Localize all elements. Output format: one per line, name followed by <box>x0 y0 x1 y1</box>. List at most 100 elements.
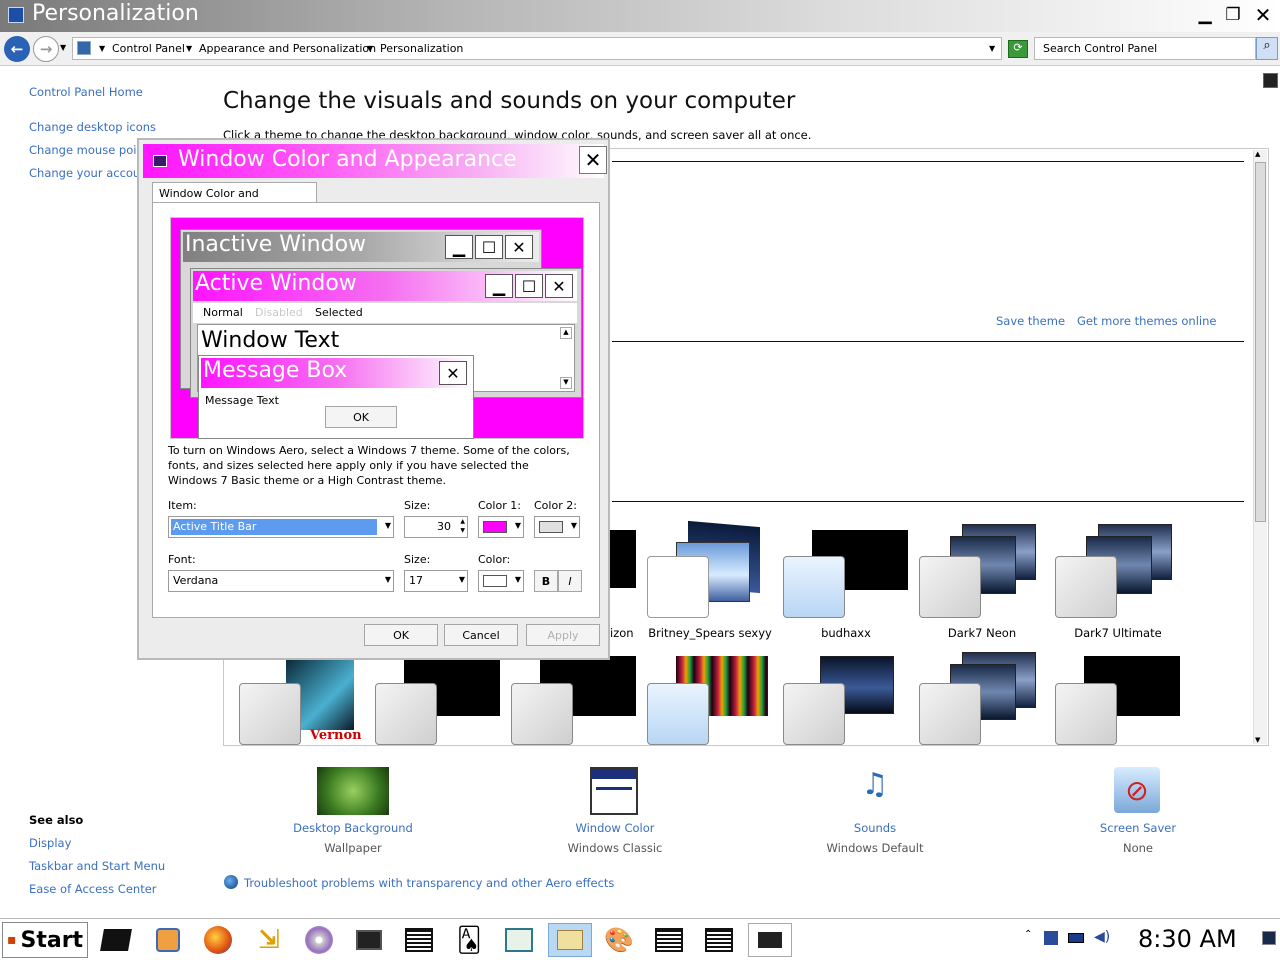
theme-label[interactable]: Dark7 Neon <box>917 626 1047 640</box>
chevron-down-icon[interactable]: ▼ <box>515 575 521 584</box>
crumb-control-panel[interactable]: Control Panel <box>112 42 185 55</box>
search-icon[interactable]: ⌕ <box>1256 37 1278 60</box>
search-input[interactable]: Search Control Panel <box>1034 37 1256 60</box>
theme-label[interactable]: Dark7 Ultimate <box>1053 626 1183 640</box>
tab-window-color[interactable]: Window Color and Appearance <box>152 182 317 213</box>
clock[interactable]: 8:30 AM <box>1138 925 1237 953</box>
history-dropdown-icon[interactable]: ▼ <box>60 43 66 52</box>
sidebar-link-display[interactable]: Display <box>29 836 71 850</box>
desktop-background-icon[interactable] <box>317 767 389 815</box>
italic-button[interactable]: I <box>558 570 582 592</box>
screen-saver-link[interactable]: Screen Saver <box>1058 821 1218 835</box>
theme-thumbnail[interactable] <box>783 556 845 618</box>
theme-thumbnail[interactable] <box>783 683 845 745</box>
globe-icon <box>224 875 238 889</box>
window-color-icon[interactable] <box>590 767 638 815</box>
save-theme-link[interactable]: Save theme <box>996 314 1065 328</box>
sidebar-link-home[interactable]: Control Panel Home <box>29 85 143 99</box>
text-window-icon[interactable] <box>702 923 736 957</box>
cancel-button[interactable]: Cancel <box>444 624 518 646</box>
theme-label[interactable]: Britney_Spears sexyy <box>645 626 775 640</box>
maximize-button[interactable]: ❐ <box>1220 3 1246 27</box>
dialog-close-button[interactable]: ✕ <box>579 146 607 174</box>
screen-saver-icon[interactable]: ⊘ <box>1114 767 1160 813</box>
show-desktop-icon[interactable] <box>99 923 133 957</box>
text-window-icon[interactable] <box>652 923 686 957</box>
chevron-down-icon[interactable]: ▼ <box>459 575 465 584</box>
item-select[interactable]: Active Title Bar ▼ <box>168 516 394 538</box>
chevron-down-icon[interactable]: ▼ <box>99 44 105 53</box>
scroll-thumb[interactable] <box>1255 162 1266 522</box>
theme-thumbnail[interactable] <box>1055 683 1117 745</box>
monitor-icon[interactable] <box>352 923 386 957</box>
display-taskbar-button[interactable] <box>748 923 792 957</box>
theme-thumbnail[interactable] <box>919 556 981 618</box>
sidebar-link-ease-of-access[interactable]: Ease of Access Center <box>29 882 157 896</box>
refresh-icon[interactable]: ⟳ <box>1008 40 1028 58</box>
theme-thumbnail[interactable] <box>647 683 709 745</box>
disc-icon[interactable] <box>302 923 336 957</box>
troubleshoot-link[interactable]: Troubleshoot problems with transparency … <box>244 876 614 890</box>
theme-label[interactable]: izon <box>610 626 634 640</box>
font-color-picker[interactable]: ▼ <box>478 570 524 592</box>
chevron-down-icon[interactable]: ▼ <box>515 521 521 530</box>
address-dropdown-icon[interactable]: ▼ <box>989 44 995 53</box>
forward-button[interactable]: → <box>33 36 59 62</box>
color1-picker[interactable]: ▼ <box>478 516 524 538</box>
theme-thumbnail[interactable] <box>511 683 573 745</box>
sidebar-link-mouse-pointers[interactable]: Change mouse poin <box>29 143 144 157</box>
desktop-background-link[interactable]: Desktop Background <box>273 821 433 835</box>
notepad-icon[interactable] <box>502 923 536 957</box>
close-button[interactable]: ✕ <box>1250 3 1276 27</box>
get-more-themes-link[interactable]: Get more themes online <box>1077 314 1216 328</box>
breadcrumb[interactable]: ▼ Control Panel ▼ Appearance and Persona… <box>72 37 1002 60</box>
start-button[interactable]: ▪ Start <box>2 922 88 958</box>
theme-thumbnail[interactable] <box>647 556 709 618</box>
spin-down-icon[interactable]: ▼ <box>460 527 465 534</box>
theme-thumbnail[interactable] <box>375 683 437 745</box>
chevron-down-icon[interactable]: ▼ <box>186 44 192 53</box>
sounds-icon[interactable]: ♫ <box>850 767 900 815</box>
network-icon[interactable] <box>1044 931 1058 945</box>
font-select[interactable]: Verdana ▼ <box>168 570 394 592</box>
theme-label[interactable]: budhaxx <box>781 626 911 640</box>
apply-button[interactable]: Apply <box>526 624 600 646</box>
sidebar-link-desktop-icons[interactable]: Change desktop icons <box>29 120 156 134</box>
text-window-icon[interactable] <box>402 923 436 957</box>
chevron-down-icon[interactable]: ▼ <box>385 521 391 530</box>
crumb-appearance[interactable]: Appearance and Personalization <box>199 42 376 55</box>
font-size-select[interactable]: 17 ▼ <box>404 570 468 592</box>
display-tray-icon[interactable] <box>1068 933 1084 943</box>
paint-icon[interactable]: 🎨 <box>602 923 636 957</box>
item-size-spinner[interactable]: 30 ▲ ▼ <box>404 516 468 538</box>
volume-icon[interactable]: ◀) <box>1094 929 1110 945</box>
scroll-down-icon[interactable]: ▼ <box>1255 736 1260 744</box>
ok-button[interactable]: OK <box>364 624 438 646</box>
spin-up-icon[interactable]: ▲ <box>460 518 465 525</box>
color2-picker[interactable]: ▼ <box>534 516 580 538</box>
sounds-link[interactable]: Sounds <box>795 821 955 835</box>
window-color-link[interactable]: Window Color <box>535 821 695 835</box>
back-button[interactable]: ← <box>4 36 30 62</box>
tray-overflow-icon[interactable]: ⌃ <box>1024 929 1032 940</box>
theme-list-scrollbar[interactable]: ▲ ▼ <box>1253 150 1267 744</box>
control-panel-taskbar-button[interactable] <box>548 923 592 957</box>
bold-button[interactable]: B <box>534 570 558 592</box>
theme-thumbnail[interactable] <box>1055 556 1117 618</box>
media-player-icon[interactable] <box>151 923 185 957</box>
minimize-button[interactable]: ▁ <box>1192 3 1218 27</box>
sidebar-link-account-picture[interactable]: Change your accour <box>29 166 145 180</box>
chevron-down-icon[interactable]: ▼ <box>385 575 391 584</box>
show-desktop-tray-icon[interactable] <box>1262 931 1276 945</box>
theme-thumbnail[interactable] <box>919 683 981 745</box>
sidebar-link-taskbar[interactable]: Taskbar and Start Menu <box>29 859 165 873</box>
chevron-down-icon[interactable]: ▼ <box>571 521 577 530</box>
firefox-icon[interactable] <box>201 923 235 957</box>
chevron-down-icon[interactable]: ▼ <box>367 44 373 53</box>
crumb-personalization[interactable]: Personalization <box>380 42 463 55</box>
arrows-icon[interactable]: ⇲ <box>252 923 286 957</box>
cards-icon[interactable]: 🂡 <box>452 923 486 957</box>
help-icon[interactable] <box>1263 73 1278 88</box>
theme-thumbnail[interactable] <box>239 683 301 745</box>
scroll-up-icon[interactable]: ▲ <box>1255 150 1260 158</box>
